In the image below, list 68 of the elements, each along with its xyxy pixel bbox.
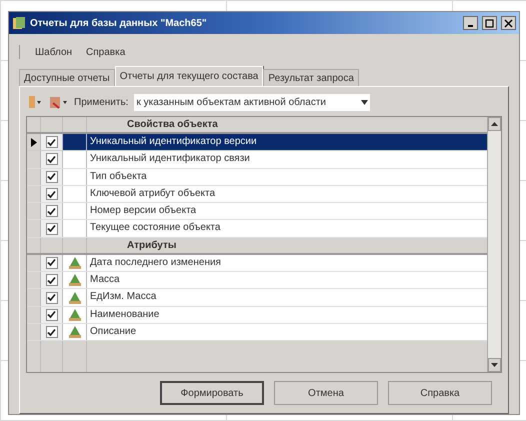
tree-icon bbox=[68, 256, 82, 270]
maximize-icon bbox=[485, 18, 494, 28]
apply-label: Применить: bbox=[74, 96, 128, 110]
field-name: Номер версии объекта bbox=[89, 204, 196, 218]
scroll-up-button[interactable] bbox=[488, 117, 501, 131]
grid-row[interactable]: Текущее состояние объекта bbox=[27, 220, 487, 238]
field-name: Текущее состояние объекта bbox=[89, 221, 220, 236]
app-icon bbox=[12, 16, 26, 30]
grid-row[interactable]: Номер версии объекта bbox=[27, 203, 487, 220]
checkbox[interactable] bbox=[46, 308, 58, 321]
checkbox[interactable] bbox=[46, 188, 58, 200]
apply-dropdown[interactable]: к указанным объектам активной области bbox=[134, 94, 370, 110]
grid-row[interactable]: Тип объекта bbox=[27, 168, 487, 186]
field-name: Тип объекта bbox=[89, 170, 147, 184]
field-name: Наименование bbox=[89, 308, 160, 322]
grid-row[interactable]: Уникальный идентификатор связи bbox=[27, 151, 487, 169]
close-button[interactable] bbox=[501, 16, 516, 30]
window-title: Отчеты для базы данных "Mach65" bbox=[30, 16, 208, 30]
group-header: Свойства объекта bbox=[126, 118, 218, 132]
tab[interactable]: Доступные отчеты bbox=[19, 69, 115, 86]
field-name: Масса bbox=[89, 273, 120, 288]
checkbox[interactable] bbox=[46, 222, 58, 235]
grid-row[interactable]: Ключевой атрибут объекта bbox=[27, 186, 487, 204]
report-icon[interactable] bbox=[26, 95, 42, 109]
tree-icon bbox=[68, 290, 82, 305]
checkbox[interactable] bbox=[46, 136, 58, 148]
checkbox[interactable] bbox=[46, 292, 58, 304]
grid-row[interactable]: Наименование bbox=[27, 306, 487, 324]
field-name: Уникальный идентификатор версии bbox=[89, 135, 257, 149]
dialog-button[interactable]: Формировать bbox=[160, 381, 264, 405]
checkbox[interactable] bbox=[46, 256, 58, 269]
tree-icon bbox=[68, 308, 82, 322]
group-header: Атрибуты bbox=[126, 238, 176, 253]
field-name: Дата последнего изменения bbox=[89, 256, 221, 270]
grid-row[interactable]: ЕдИзм. Масса bbox=[27, 289, 487, 307]
checkbox[interactable] bbox=[46, 170, 58, 183]
checkbox[interactable] bbox=[46, 326, 58, 338]
tree-icon bbox=[68, 325, 82, 340]
grid-row[interactable]: Уникальный идентификатор версии bbox=[27, 134, 487, 152]
row-header[interactable] bbox=[27, 134, 41, 150]
close-icon bbox=[504, 18, 513, 28]
field-name: Уникальный идентификатор связи bbox=[89, 152, 250, 166]
caret-icon bbox=[361, 100, 368, 104]
checkbox[interactable] bbox=[46, 205, 58, 218]
checkbox[interactable] bbox=[46, 274, 58, 286]
minimize-button[interactable] bbox=[463, 16, 478, 30]
field-name: ЕдИзм. Масса bbox=[89, 290, 156, 304]
tab[interactable]: Результат запроса bbox=[263, 69, 359, 86]
checkbox[interactable] bbox=[46, 153, 58, 166]
down-arrow-icon bbox=[491, 363, 498, 367]
row-pointer-icon bbox=[30, 138, 36, 147]
up-arrow-icon bbox=[491, 122, 498, 126]
tab[interactable]: Отчеты для текущего состава bbox=[114, 66, 264, 86]
scroll-down-button[interactable] bbox=[488, 358, 501, 372]
menu-item[interactable]: Шаблон bbox=[35, 44, 72, 60]
dialog-button[interactable]: Отмена bbox=[274, 381, 378, 405]
field-name: Описание bbox=[89, 324, 136, 339]
filter-icon[interactable] bbox=[48, 95, 68, 109]
field-name: Ключевой атрибут объекта bbox=[89, 186, 216, 201]
maximize-button[interactable] bbox=[482, 16, 497, 30]
grid-row[interactable]: Масса bbox=[27, 272, 487, 290]
scrollbar[interactable] bbox=[487, 117, 501, 372]
grid-row[interactable]: Описание bbox=[27, 324, 487, 342]
grid-row[interactable]: Дата последнего изменения bbox=[27, 254, 487, 272]
dialog-button[interactable]: Справка bbox=[388, 381, 492, 405]
tree-icon bbox=[68, 273, 82, 288]
minimize-icon bbox=[468, 25, 473, 27]
menu-item[interactable]: Справка bbox=[86, 44, 126, 60]
